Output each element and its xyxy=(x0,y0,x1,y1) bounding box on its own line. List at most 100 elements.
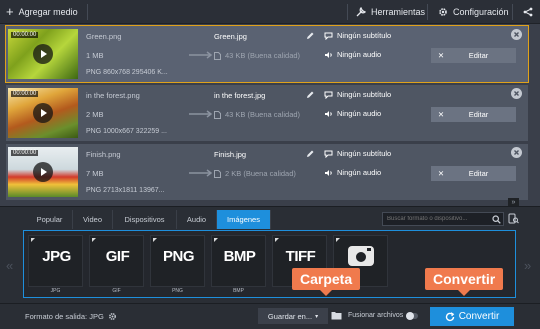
speaker-icon xyxy=(325,51,332,58)
format-code: BMP xyxy=(223,248,256,265)
divider xyxy=(347,4,348,20)
arrow-right-icon xyxy=(189,51,213,59)
plus-icon: + xyxy=(6,4,14,19)
convert-button[interactable]: Convertir xyxy=(430,307,514,326)
subtitle-selector[interactable]: Ningún subtítulo xyxy=(324,149,391,158)
pencil-icon[interactable] xyxy=(306,150,314,158)
close-icon[interactable] xyxy=(511,147,522,158)
play-icon[interactable] xyxy=(33,44,53,64)
format-code: JPG xyxy=(42,248,71,265)
source-info: PNG 1000x667 322259 ... xyxy=(86,128,167,135)
add-media-button[interactable]: + Agregar medio xyxy=(0,0,84,24)
play-icon[interactable] xyxy=(33,103,53,123)
format-png-tile[interactable]: PNG xyxy=(150,235,205,287)
corner-marker xyxy=(214,238,218,242)
pencil-icon[interactable] xyxy=(306,32,314,40)
format-bmp-tile[interactable]: BMP xyxy=(211,235,266,287)
file-row[interactable]: 00:00:00 Finish.png 7 MB PNG 2713x1811 1… xyxy=(6,144,528,200)
convert-callout: Convertir xyxy=(425,268,504,296)
speech-bubble-icon xyxy=(324,32,333,40)
timecode: 00:00:00 xyxy=(11,32,39,38)
play-icon[interactable] xyxy=(33,162,53,182)
toggle-switch[interactable] xyxy=(406,311,419,320)
thumbnail[interactable]: 00:00:00 xyxy=(8,29,78,79)
pencil-icon[interactable] xyxy=(306,91,314,99)
gear-icon xyxy=(439,8,447,16)
tools-icon: ✕ xyxy=(437,110,445,119)
source-name: Finish.png xyxy=(86,150,121,159)
output-size-label: 43 KB (Buena calidad) xyxy=(225,110,301,119)
format-jpg-tile[interactable]: JPG xyxy=(28,235,83,287)
corner-marker xyxy=(275,238,279,242)
top-toolbar: + Agregar medio Herramientas Configuraci… xyxy=(0,0,540,24)
subtitle-label: Ningún subtítulo xyxy=(337,31,392,40)
source-name: Green.png xyxy=(86,32,122,41)
subtitle-label: Ningún subtítulo xyxy=(337,90,392,99)
output-size: 2 KB (Buena calidad) xyxy=(214,169,296,178)
tab-images[interactable]: Imágenes xyxy=(217,210,271,229)
thumbnail[interactable]: 00:00:00 xyxy=(8,147,78,197)
output-name[interactable]: Finish.jpg xyxy=(214,150,246,159)
timecode: 00:00:00 xyxy=(11,91,39,97)
output-format[interactable]: Formato de salida: JPG xyxy=(25,312,117,321)
gear-icon[interactable] xyxy=(108,312,117,321)
source-info: PNG 860x768 295406 K... xyxy=(86,69,168,76)
share-icon xyxy=(523,7,533,17)
subtitle-selector[interactable]: Ningún subtítulo xyxy=(324,31,391,40)
close-icon[interactable] xyxy=(511,29,522,40)
format-tabs: Popular Video Dispositivos Audio Imágene… xyxy=(0,206,540,229)
tools-icon xyxy=(356,7,366,17)
chevron-right-icon[interactable]: » xyxy=(524,258,531,273)
settings-button[interactable]: Configuración xyxy=(432,0,515,24)
output-size: 43 KB (Buena calidad) xyxy=(214,51,300,60)
edit-button[interactable]: ✕ Editar xyxy=(431,166,516,181)
source-size: 1 MB xyxy=(86,51,104,60)
output-name[interactable]: in the forest.jpg xyxy=(214,91,265,100)
save-to-label: Guardar en... xyxy=(267,311,313,321)
timecode: 00:00:00 xyxy=(11,150,39,156)
file-icon xyxy=(214,110,221,119)
tools-button[interactable]: Herramientas xyxy=(350,0,431,24)
corner-marker xyxy=(336,238,340,242)
edit-label: Editar xyxy=(468,51,489,60)
source-size: 2 MB xyxy=(86,110,104,119)
output-size: 43 KB (Buena calidad) xyxy=(214,110,300,119)
source-size: 7 MB xyxy=(86,169,104,178)
folder-icon[interactable] xyxy=(331,311,342,320)
arrow-right-icon xyxy=(189,110,213,118)
edit-button[interactable]: ✕ Editar xyxy=(431,48,516,63)
audio-selector[interactable]: Ningún audio xyxy=(324,168,381,177)
edit-label: Editar xyxy=(468,110,489,119)
tab-devices[interactable]: Dispositivos xyxy=(113,210,177,229)
source-info: PNG 2713x1811 13967... xyxy=(86,187,165,194)
close-icon[interactable] xyxy=(511,88,522,99)
format-gif-tile[interactable]: GIF xyxy=(89,235,144,287)
corner-marker xyxy=(31,238,35,242)
tools-icon: ✕ xyxy=(437,51,445,60)
format-label: GIF xyxy=(112,288,121,294)
share-button[interactable] xyxy=(517,0,539,24)
speech-bubble-icon xyxy=(324,91,333,99)
chevron-left-icon[interactable]: « xyxy=(6,258,13,273)
tab-audio[interactable]: Audio xyxy=(177,210,217,229)
merge-files-toggle[interactable]: Fusionar archivos xyxy=(348,311,419,320)
file-row[interactable]: 00:00:00 Green.png 1 MB PNG 860x768 2954… xyxy=(5,25,529,83)
format-label: PNG xyxy=(172,288,183,294)
thumbnail[interactable]: 00:00:00 xyxy=(8,88,78,138)
audio-selector[interactable]: Ningún audio xyxy=(324,109,381,118)
search-icon[interactable] xyxy=(492,215,501,224)
format-code: GIF xyxy=(105,248,130,265)
divider xyxy=(87,4,88,20)
edit-button[interactable]: ✕ Editar xyxy=(431,107,516,122)
tab-video[interactable]: Video xyxy=(73,210,113,229)
subtitle-selector[interactable]: Ningún subtítulo xyxy=(324,90,391,99)
edit-label: Editar xyxy=(468,169,489,178)
device-detect-icon[interactable] xyxy=(508,213,519,224)
format-search-input[interactable] xyxy=(382,212,504,226)
save-to-dropdown[interactable]: Guardar en... ▾ xyxy=(258,308,328,324)
file-row[interactable]: 00:00:00 in the forest.png 2 MB PNG 1000… xyxy=(6,85,528,141)
output-name[interactable]: Green.jpg xyxy=(214,32,247,41)
audio-selector[interactable]: Ningún audio xyxy=(324,50,381,59)
refresh-icon xyxy=(445,311,454,321)
tab-popular[interactable]: Popular xyxy=(27,210,73,229)
